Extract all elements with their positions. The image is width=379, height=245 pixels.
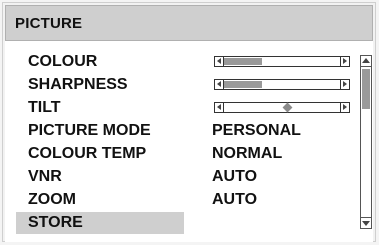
- menu-item-zoom[interactable]: ZOOM: [16, 189, 176, 211]
- left-arrow-icon[interactable]: [215, 103, 224, 112]
- menu-item-sharpness[interactable]: SHARPNESS: [16, 74, 176, 96]
- osd-panel: PICTURE COLOUR SHARPNESS TILT PICTURE MO…: [0, 0, 379, 245]
- zoom-value[interactable]: AUTO: [212, 189, 257, 211]
- sharpness-slider-fill: [224, 81, 262, 88]
- scroll-up-icon[interactable]: [361, 56, 371, 67]
- scrollbar-thumb[interactable]: [362, 69, 370, 109]
- vnr-value[interactable]: AUTO: [212, 166, 257, 188]
- menu-item-store[interactable]: STORE: [16, 212, 184, 234]
- right-arrow-icon[interactable]: [340, 103, 349, 112]
- sharpness-slider[interactable]: [214, 79, 350, 90]
- menu-title: PICTURE: [15, 15, 83, 32]
- picture-mode-value[interactable]: PERSONAL: [212, 120, 301, 142]
- colour-slider[interactable]: [214, 56, 350, 67]
- scroll-down-icon[interactable]: [361, 217, 371, 228]
- colour-temp-value[interactable]: NORMAL: [212, 143, 282, 165]
- colour-slider-fill: [224, 58, 262, 65]
- tilt-slider-knob[interactable]: [282, 102, 293, 113]
- menu-item-colour[interactable]: COLOUR: [16, 51, 176, 73]
- title-bar: PICTURE: [5, 5, 373, 41]
- menu-item-colour-temp[interactable]: COLOUR TEMP: [16, 143, 176, 165]
- menu-item-picture-mode[interactable]: PICTURE MODE: [16, 120, 176, 142]
- menu-item-vnr[interactable]: VNR: [16, 166, 176, 188]
- left-arrow-icon[interactable]: [215, 57, 224, 66]
- left-arrow-icon[interactable]: [215, 80, 224, 89]
- right-arrow-icon[interactable]: [340, 57, 349, 66]
- right-arrow-icon[interactable]: [340, 80, 349, 89]
- vertical-scrollbar[interactable]: [360, 55, 372, 229]
- menu-item-tilt[interactable]: TILT: [16, 97, 176, 119]
- tilt-slider[interactable]: [214, 102, 350, 113]
